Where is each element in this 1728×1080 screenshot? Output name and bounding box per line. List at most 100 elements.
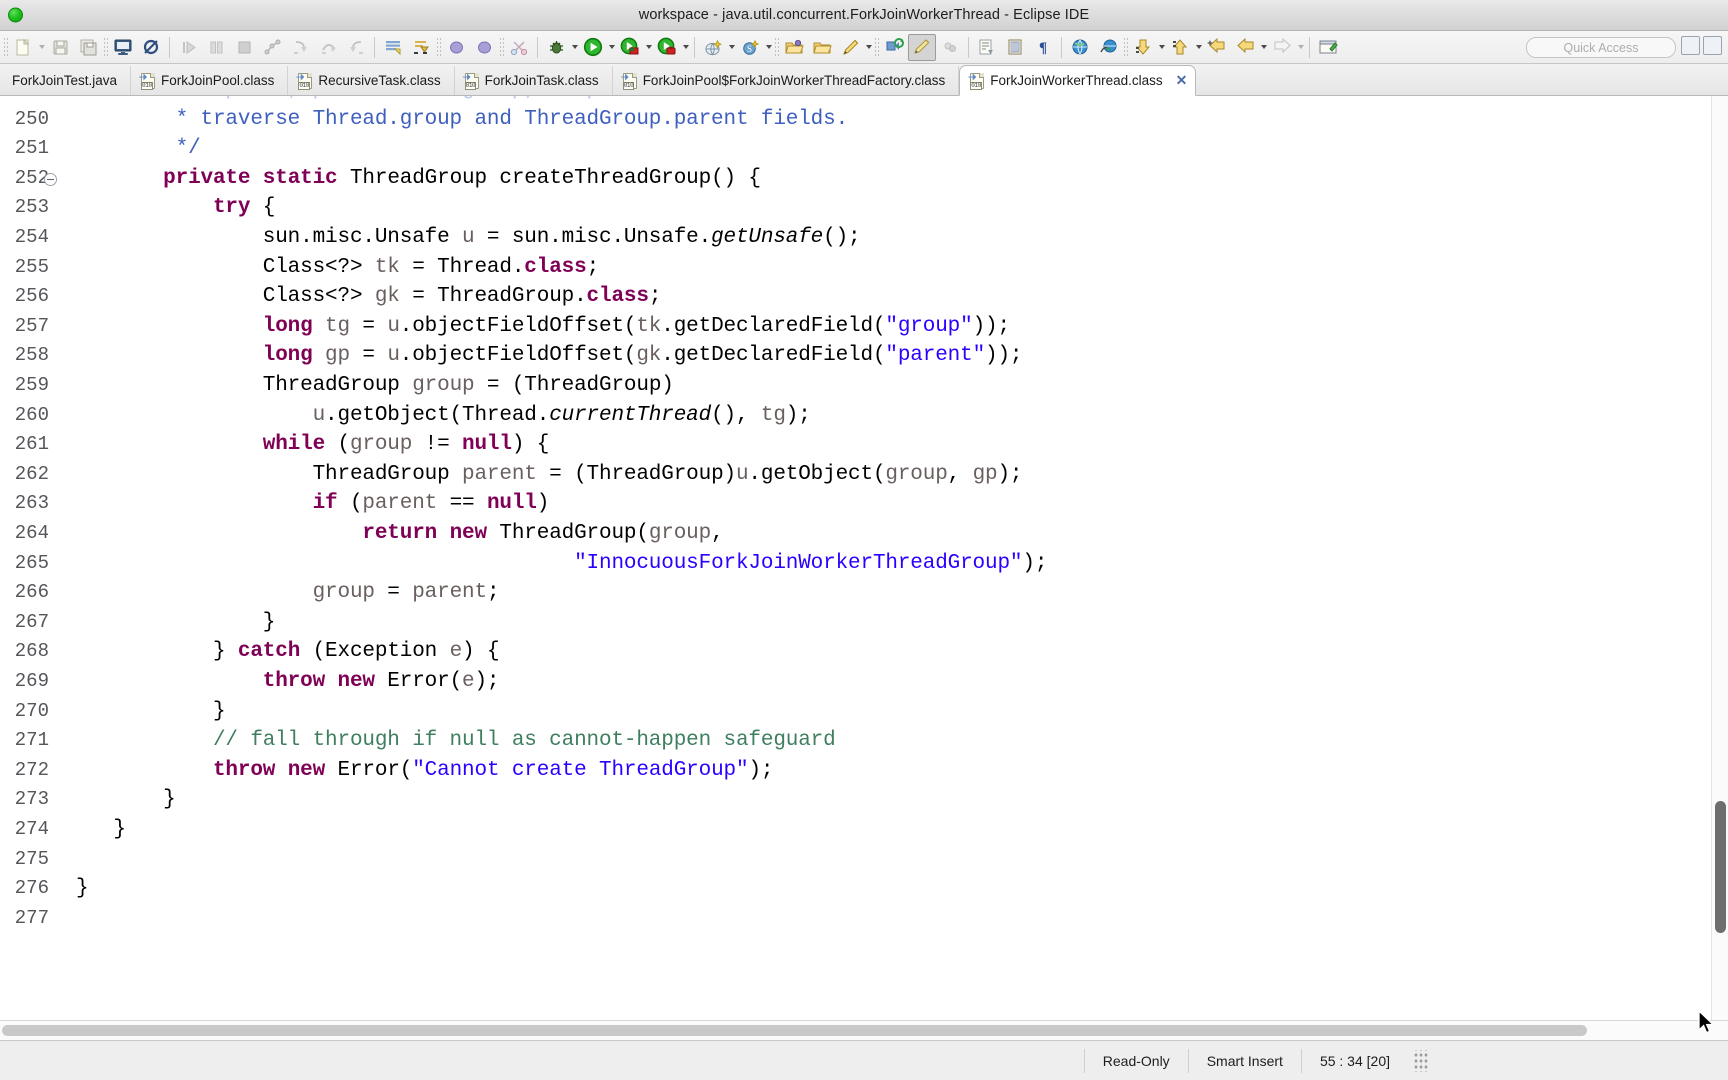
new-wizard-dropdown-icon[interactable]	[37, 34, 46, 61]
link-with-editor-icon[interactable]	[880, 34, 908, 61]
previous-annotation-icon[interactable]	[1166, 34, 1194, 61]
new-package-dropdown-icon[interactable]	[764, 34, 773, 61]
code-line[interactable]: ThreadGroup parent = (ThreadGroup)u.getO…	[76, 460, 1023, 490]
suspend-icon[interactable]	[202, 34, 230, 61]
run-configurations-icon[interactable]	[653, 34, 681, 61]
code-line[interactable]: }	[76, 874, 89, 904]
step-filters-icon[interactable]	[407, 34, 435, 61]
code-line[interactable]: }	[76, 697, 226, 727]
vertical-scrollbar[interactable]	[1711, 96, 1728, 1020]
status-resize-grip[interactable]	[1414, 1049, 1428, 1072]
code-fold-collapse-icon[interactable]	[44, 172, 57, 186]
show-whitespace-icon[interactable]	[973, 34, 1001, 61]
debug-icon[interactable]	[542, 34, 570, 61]
code-line[interactable]: if (parent == null)	[76, 489, 550, 519]
back-icon[interactable]	[1231, 34, 1259, 61]
next-annotation-icon[interactable]	[1129, 34, 1157, 61]
coverage-icon[interactable]	[616, 34, 644, 61]
code-line[interactable]: try {	[76, 193, 275, 223]
run-dropdown-icon[interactable]	[607, 34, 616, 61]
code-line[interactable]: }	[76, 815, 126, 845]
code-line[interactable]: * topmost, parent-less group, as parent.…	[76, 96, 873, 105]
code-line[interactable]: }	[76, 785, 176, 815]
toolbar-grip[interactable]	[1123, 36, 1128, 58]
code-line[interactable]: // fall through if null as cannot-happen…	[76, 726, 836, 756]
last-edit-location-icon[interactable]	[1203, 34, 1231, 61]
editor-tab[interactable]: 010 ForkJoinPool.class	[131, 66, 289, 95]
code-line[interactable]: sun.misc.Unsafe u = sun.misc.Unsafe.getU…	[76, 223, 861, 253]
editor-tab[interactable]: 010 ForkJoinTask.class	[455, 66, 613, 95]
edit-pencil-icon[interactable]	[836, 34, 864, 61]
code-line[interactable]: "InnocuousForkJoinWorkerThreadGroup");	[76, 549, 1047, 579]
terminate-icon[interactable]	[230, 34, 258, 61]
line-number-gutter[interactable]: 2492502512522532542552562572582592602612…	[0, 96, 60, 1020]
new-project-dropdown-icon[interactable]	[727, 34, 736, 61]
open-perspective-icon[interactable]	[1681, 36, 1700, 55]
forward-dropdown-icon[interactable]	[1296, 34, 1305, 61]
coverage-dropdown-icon[interactable]	[644, 34, 653, 61]
code-line[interactable]: ThreadGroup group = (ThreadGroup)	[76, 371, 674, 401]
step-over-icon[interactable]	[314, 34, 342, 61]
toolbar-grip[interactable]	[774, 36, 779, 58]
save-icon[interactable]	[46, 34, 74, 61]
code-line[interactable]: Class<?> gk = ThreadGroup.class;	[76, 282, 662, 312]
code-line[interactable]: u.getObject(Thread.currentThread(), tg);	[76, 401, 811, 431]
code-line[interactable]: while (group != null) {	[76, 430, 550, 460]
disconnect-icon[interactable]	[258, 34, 286, 61]
code-line[interactable]: */	[76, 134, 201, 164]
debug-dropdown-icon[interactable]	[570, 34, 579, 61]
next-annotation-dropdown-icon[interactable]	[1157, 34, 1166, 61]
code-line[interactable]: } catch (Exception e) {	[76, 637, 500, 667]
folding-ruler[interactable]	[60, 96, 76, 1020]
toggle-breakpoint-icon[interactable]	[379, 34, 407, 61]
close-tab-icon[interactable]: ✕	[1176, 72, 1188, 89]
open-type-icon[interactable]	[442, 34, 470, 61]
horizontal-scrollbar[interactable]	[0, 1020, 1728, 1040]
toolbar-grip[interactable]	[103, 36, 108, 58]
new-editor-window-icon[interactable]	[1314, 34, 1342, 61]
open-folder-icon[interactable]	[780, 34, 808, 61]
run-config-dropdown-icon[interactable]	[681, 34, 690, 61]
new-java-project-icon[interactable]	[699, 34, 727, 61]
java-perspective-icon[interactable]	[1703, 36, 1722, 55]
code-line[interactable]: Class<?> tk = Thread.class;	[76, 253, 599, 283]
source-code-area[interactable]: * topmost, parent-less group, as parent.…	[76, 96, 1728, 1020]
status-insert-mode[interactable]: Smart Insert	[1187, 1048, 1301, 1073]
open-folder-plain-icon[interactable]	[808, 34, 836, 61]
code-editor[interactable]: 2492502512522532542552562572582592602612…	[0, 96, 1728, 1020]
previous-annotation-dropdown-icon[interactable]	[1194, 34, 1203, 61]
edit-dropdown-icon[interactable]	[864, 34, 873, 61]
vertical-scrollbar-thumb[interactable]	[1715, 801, 1726, 933]
toolbar-grip[interactable]	[436, 36, 441, 58]
toolbar-grip[interactable]	[499, 36, 504, 58]
open-web-browser-icon[interactable]	[1066, 34, 1094, 61]
quick-access-input[interactable]: Quick Access	[1526, 37, 1676, 58]
save-all-icon[interactable]	[74, 34, 102, 61]
horizontal-scrollbar-thumb[interactable]	[2, 1025, 1587, 1036]
editor-tab[interactable]: 010 ForkJoinWorkerThread.class ✕	[959, 65, 1197, 96]
code-line[interactable]: * traverse Thread.group and ThreadGroup.…	[76, 105, 849, 135]
editor-tab[interactable]: 010 RecursiveTask.class	[288, 66, 455, 95]
code-line[interactable]: long gp = u.objectFieldOffset(gk.getDecl…	[76, 341, 1023, 371]
code-line[interactable]: }	[76, 608, 276, 638]
show-occurrences-icon[interactable]	[936, 34, 964, 61]
perspective-switcher[interactable]	[1681, 36, 1722, 55]
editor-tab[interactable]: 010 ForkJoinPool$ForkJoinWorkerThreadFact…	[613, 66, 960, 95]
code-line[interactable]: throw new Error(e);	[76, 667, 500, 697]
open-external-browser-icon[interactable]	[1094, 34, 1122, 61]
toolbar-drag-handle[interactable]	[3, 36, 8, 58]
step-into-icon[interactable]	[286, 34, 314, 61]
forward-icon[interactable]	[1268, 34, 1296, 61]
code-line[interactable]: private static ThreadGroup createThreadG…	[76, 164, 761, 194]
step-return-icon[interactable]	[342, 34, 370, 61]
pilcrow-icon[interactable]: ¶	[1029, 34, 1057, 61]
new-java-package-icon[interactable]: S	[736, 34, 764, 61]
code-line[interactable]: group = parent;	[76, 578, 500, 608]
resume-icon[interactable]	[174, 34, 202, 61]
skip-all-breakpoints-icon[interactable]	[137, 34, 165, 61]
back-dropdown-icon[interactable]	[1259, 34, 1268, 61]
code-line[interactable]: long tg = u.objectFieldOffset(tk.getDecl…	[76, 312, 1010, 342]
new-wizard-icon[interactable]	[9, 34, 37, 61]
open-task-icon[interactable]	[470, 34, 498, 61]
code-line[interactable]: return new ThreadGroup(group,	[76, 519, 723, 549]
